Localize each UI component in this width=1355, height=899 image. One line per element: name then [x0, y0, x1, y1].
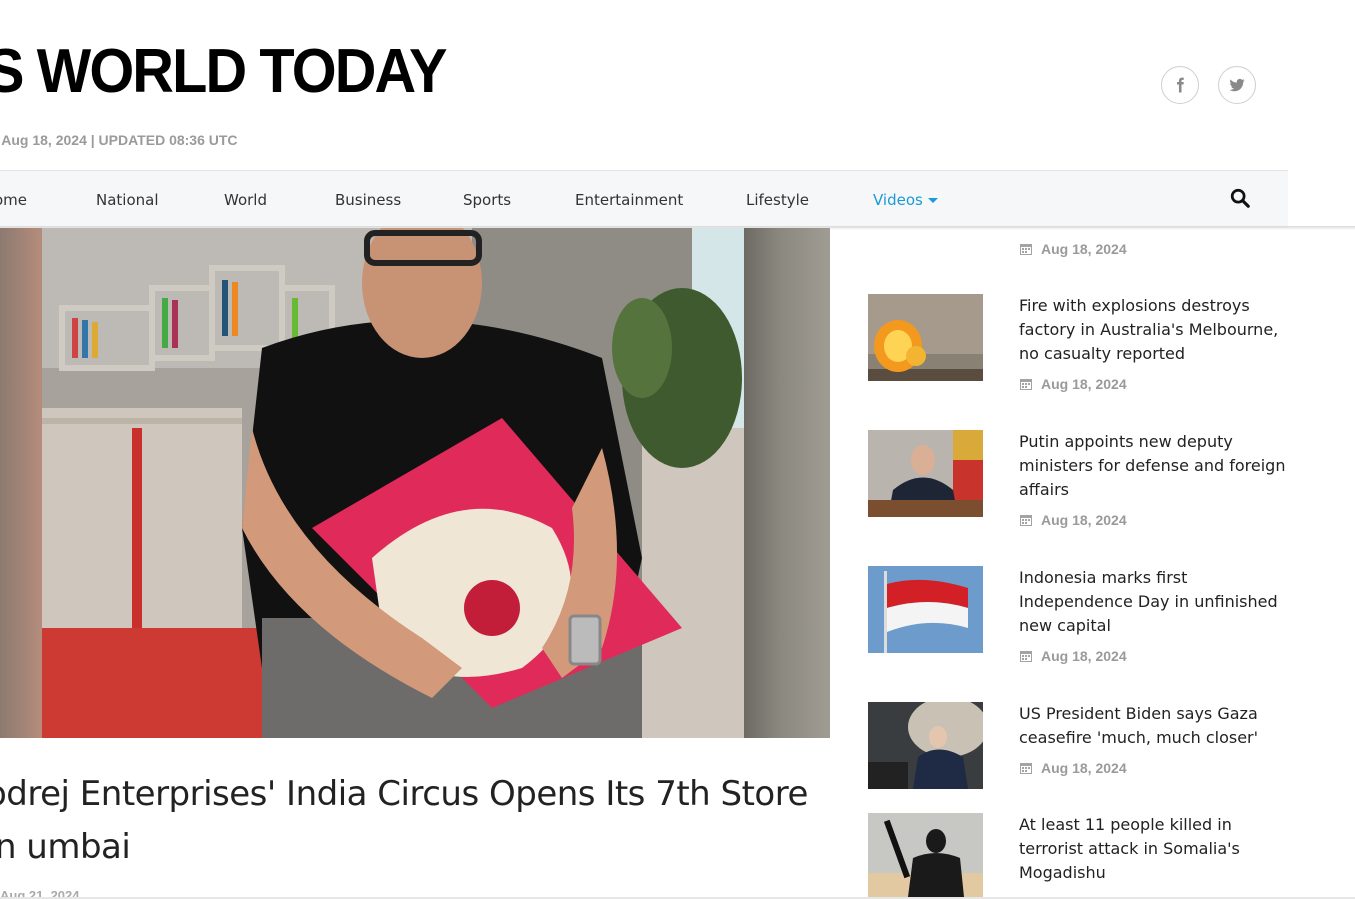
news-date-row: Aug 18, 2024 [1019, 512, 1127, 528]
news-date-row: Aug 18, 2024 [1019, 376, 1127, 392]
nav-videos-dropdown[interactable]: Videos [873, 191, 938, 209]
putin-desk-thumbnail-image [868, 430, 983, 517]
nav-sports[interactable]: Sports [463, 191, 511, 209]
news-date-row: Aug 18, 2024 [1019, 648, 1127, 664]
article-headline[interactable]: odrej Enterprises' India Circus Opens It… [0, 768, 836, 874]
news-thumbnail[interactable] [868, 813, 983, 897]
chevron-down-icon [927, 198, 938, 203]
sidebar-date: Aug 18, 2024 [1041, 241, 1127, 257]
biden-speaking-thumbnail-image [868, 702, 983, 789]
news-thumbnail[interactable] [868, 566, 983, 653]
twitter-icon [1229, 78, 1245, 92]
news-date: Aug 18, 2024 [1041, 376, 1127, 392]
facebook-icon [1177, 77, 1184, 93]
calendar-icon [1020, 763, 1032, 774]
calendar-icon [1020, 515, 1032, 526]
news-title[interactable]: Fire with explosions destroys factory in… [1019, 294, 1289, 366]
news-date: Aug 18, 2024 [1041, 760, 1127, 776]
news-thumbnail[interactable] [868, 430, 983, 517]
news-title[interactable]: US President Biden says Gaza ceasefire '… [1019, 702, 1289, 750]
nav-entertainment[interactable]: Entertainment [575, 191, 683, 209]
nav-lifestyle[interactable]: Lifestyle [746, 191, 809, 209]
news-thumbnail[interactable] [868, 294, 983, 381]
twitter-button[interactable] [1218, 66, 1256, 104]
nav-home[interactable]: ome [0, 191, 27, 209]
calendar-icon [1020, 244, 1032, 255]
news-date: Aug 18, 2024 [1041, 648, 1127, 664]
calendar-icon [1020, 651, 1032, 662]
calendar-icon [1020, 379, 1032, 390]
news-title[interactable]: Indonesia marks first Independence Day i… [1019, 566, 1289, 638]
nav-videos-label: Videos [873, 191, 923, 209]
news-thumbnail[interactable] [868, 702, 983, 789]
silhouette-gunman-thumbnail-image [868, 813, 983, 897]
explosion-thumbnail-image [868, 294, 983, 381]
search-icon[interactable] [1229, 187, 1251, 209]
hero-photo [42, 228, 744, 738]
site-logo-title[interactable]: S WORLD TODAY [0, 36, 447, 107]
main-navbar: ome National World Business Sports Enter… [0, 170, 1288, 228]
nav-national[interactable]: National [96, 191, 159, 209]
dateline: , Aug 18, 2024 | UPDATED 08:36 UTC [0, 132, 238, 148]
news-date: Aug 18, 2024 [1041, 512, 1127, 528]
sidebar-top-date: Aug 18, 2024 [1019, 241, 1127, 257]
news-date-row: Aug 18, 2024 [1019, 760, 1127, 776]
facebook-button[interactable] [1161, 66, 1199, 104]
article-hero-image[interactable] [0, 228, 830, 738]
news-title[interactable]: Putin appoints new deputy ministers for … [1019, 430, 1289, 502]
indonesia-flag-thumbnail-image [868, 566, 983, 653]
hero-side-blur [744, 228, 830, 738]
news-title[interactable]: At least 11 people killed in terrorist a… [1019, 813, 1289, 885]
nav-world[interactable]: World [224, 191, 267, 209]
person-on-sofa-illustration [42, 228, 744, 738]
nav-business[interactable]: Business [335, 191, 401, 209]
